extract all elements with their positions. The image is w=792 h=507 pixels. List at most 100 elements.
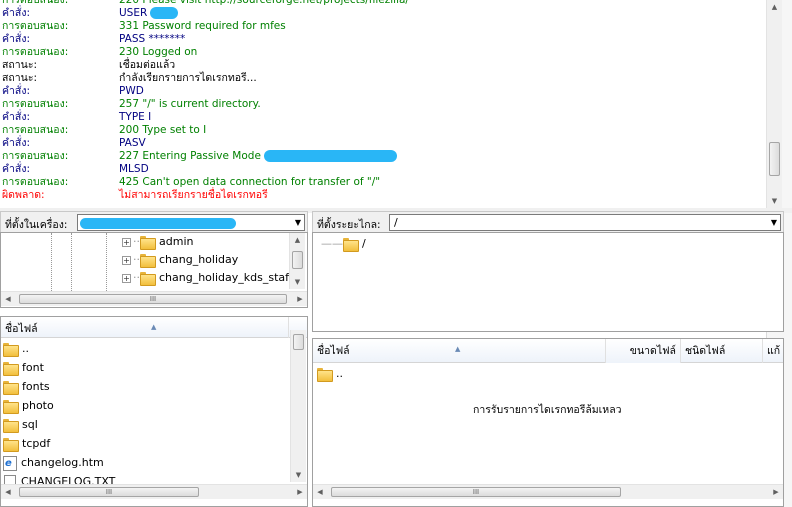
log-message: 220 Please visit http://sourceforge.net/… (119, 0, 409, 7)
local-list-hscrollbar[interactable]: ◀ III ▶ (1, 484, 307, 499)
list-item[interactable]: .. (3, 339, 29, 358)
scroll-left-icon[interactable]: ◀ (1, 292, 15, 306)
log-label: คำสั่ง: (2, 111, 30, 123)
log-message: TYPE I (119, 111, 151, 124)
log-message: MLSD (119, 163, 149, 176)
folder-icon (140, 272, 156, 286)
list-item[interactable]: font (3, 358, 44, 377)
scroll-right-icon[interactable]: ▶ (293, 292, 307, 306)
local-tree-hscrollbar[interactable]: ◀ III ▶ (1, 291, 307, 306)
scroll-thumb[interactable] (293, 334, 304, 350)
expand-icon[interactable]: + (122, 237, 131, 247)
log-text: USER (119, 7, 148, 19)
scroll-up-icon[interactable]: ▲ (290, 233, 305, 247)
local-tree-scrollbar[interactable]: ▲ ▼ (289, 233, 305, 289)
folder-icon (3, 343, 19, 357)
scroll-right-icon[interactable]: ▶ (293, 485, 307, 499)
tree-item[interactable]: + ·· chang_holiday (122, 251, 238, 269)
log-text: 200 Type set to I (119, 124, 207, 136)
column-filetype[interactable]: ชนิดไฟล์ (681, 339, 763, 363)
chevron-down-icon[interactable]: ▼ (767, 214, 781, 231)
local-site-input[interactable] (77, 214, 305, 231)
folder-icon (3, 381, 19, 395)
redacted-value (263, 150, 397, 162)
remote-tree-root[interactable]: —— / (321, 235, 366, 253)
scroll-thumb[interactable]: III (19, 294, 287, 304)
scroll-thumb[interactable]: III (331, 487, 621, 497)
local-list-scrollbar[interactable]: ▲ ▼ (290, 330, 306, 482)
log-message: PASS ******* (119, 33, 185, 46)
tree-item[interactable]: + ·· chang_holiday_kds_staff (122, 269, 293, 287)
scroll-thumb[interactable]: III (19, 487, 199, 497)
file-name: photo (22, 399, 54, 412)
scroll-down-icon[interactable]: ▼ (767, 194, 782, 208)
log-text: TYPE I (119, 111, 152, 123)
log-message: ไม่สามารถเรียกรายชื่อไดเรกทอรี (119, 189, 268, 202)
local-site-bar: ที่ตั้งในเครื่อง: ▼ (0, 211, 308, 233)
expand-icon[interactable]: + (122, 255, 131, 265)
log-label: การตอบสนอง: (2, 46, 69, 58)
log-label: การตอบสนอง: (2, 98, 69, 110)
log-label: การตอบสนอง: (2, 0, 69, 6)
file-name: changelog.htm (21, 456, 104, 469)
log-message: เชื่อมต่อแล้ว (119, 59, 175, 72)
remote-site-input[interactable]: / (389, 214, 781, 231)
file-name: tcpdf (22, 437, 51, 450)
log-message: USER (119, 7, 179, 20)
log-text: เชื่อมต่อแล้ว (119, 59, 176, 71)
list-item[interactable]: .. (317, 364, 343, 383)
log-label: คำสั่ง: (2, 85, 30, 97)
log-label: คำสั่ง: (2, 7, 30, 19)
log-message: PASV (119, 137, 146, 150)
scroll-up-icon[interactable]: ▲ (767, 0, 782, 14)
tree-item[interactable]: + ·· admin (122, 233, 193, 251)
log-message: 257 "/" is current directory. (119, 98, 261, 111)
list-item[interactable]: e changelog.htm (3, 453, 104, 472)
expand-icon[interactable]: + (122, 273, 131, 283)
list-item[interactable]: tcpdf (3, 434, 50, 453)
file-name: font (22, 361, 44, 374)
remote-list-header: ชื่อไฟล์ ▲ ขนาดไฟล์ ชนิดไฟล์ แก้ (313, 339, 783, 363)
log-text: 230 Logged on (119, 46, 198, 58)
column-filename-label: ชื่อไฟล์ (317, 345, 350, 357)
log-text: กำลังเรียกรายการไดเรกทอรี... (119, 72, 257, 84)
log-label: การตอบสนอง: (2, 150, 69, 162)
scroll-thumb[interactable] (769, 142, 780, 176)
tree-guide (106, 233, 107, 293)
scroll-down-icon[interactable]: ▼ (291, 468, 306, 482)
log-text: 257 "/" is current directory. (119, 98, 261, 110)
chevron-down-icon[interactable]: ▼ (291, 214, 305, 231)
log-label: การตอบสนอง: (2, 20, 69, 32)
log-text: 227 Entering Passive Mode (119, 150, 261, 162)
scroll-left-icon[interactable]: ◀ (1, 485, 15, 499)
folder-icon (343, 238, 359, 252)
column-modified[interactable]: แก้ (763, 339, 783, 363)
scroll-right-icon[interactable]: ▶ (769, 485, 783, 499)
log-label: สถานะ: (2, 72, 38, 84)
list-item[interactable]: fonts (3, 377, 50, 396)
log-message: 331 Password required for mfes (119, 20, 286, 33)
listing-failed-message: การรับรายการไดเรกทอรีล้มเหลว (473, 404, 622, 416)
log-label: คำสั่ง: (2, 33, 30, 45)
folder-icon (140, 236, 156, 250)
log-message: 200 Type set to I (119, 124, 206, 137)
folder-icon (140, 254, 156, 268)
list-item[interactable]: sql (3, 415, 38, 434)
column-filename[interactable]: ชื่อไฟล์ ▲ (313, 339, 606, 363)
log-text: ไม่สามารถเรียกรายชื่อไดเรกทอรี (119, 189, 268, 201)
scroll-down-icon[interactable]: ▼ (290, 275, 305, 289)
remote-site-label: ที่ตั้งระยะไกล: (317, 219, 381, 231)
log-message: 230 Logged on (119, 46, 197, 59)
column-filename[interactable]: ชื่อไฟล์ ▲ (1, 317, 289, 338)
column-filename-label: ชื่อไฟล์ (5, 323, 38, 335)
log-label: การตอบสนอง: (2, 124, 69, 136)
list-item[interactable]: photo (3, 396, 54, 415)
scroll-thumb[interactable] (292, 251, 303, 269)
file-name: fonts (22, 380, 50, 393)
remote-path-value: / (394, 216, 398, 229)
remote-tree: —— / (312, 232, 784, 332)
message-log-scrollbar[interactable]: ▲ ▼ (766, 0, 782, 208)
column-filesize[interactable]: ขนาดไฟล์ (606, 339, 681, 363)
remote-list-hscrollbar[interactable]: ◀ III ▶ (313, 484, 783, 499)
scroll-left-icon[interactable]: ◀ (313, 485, 327, 499)
